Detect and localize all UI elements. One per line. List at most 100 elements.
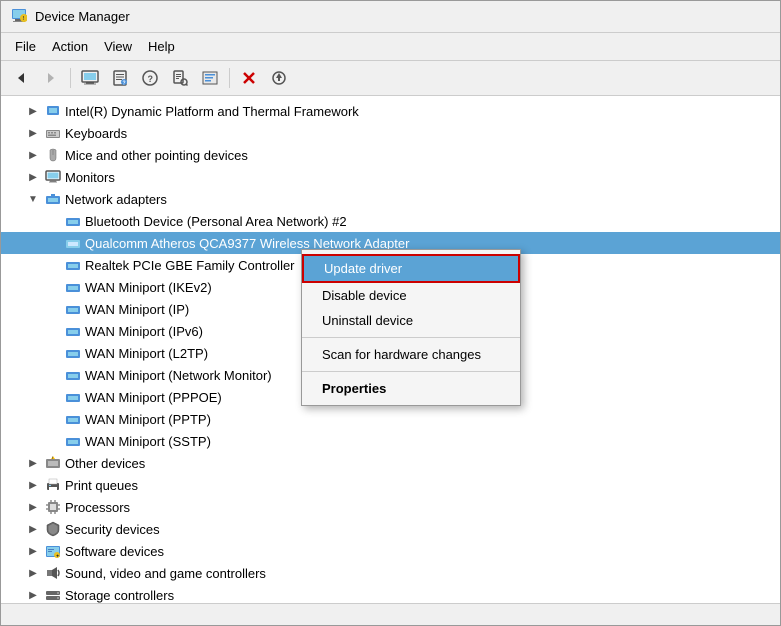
tree-item-print-queues[interactable]: ▶ Print queues bbox=[1, 474, 780, 496]
icon-sound bbox=[45, 565, 61, 581]
help-button[interactable]: ? bbox=[136, 65, 164, 91]
label-storage: Storage controllers bbox=[65, 588, 174, 603]
title-bar-text: Device Manager bbox=[35, 9, 130, 24]
menu-action[interactable]: Action bbox=[44, 36, 96, 57]
icon-wan-ipv6 bbox=[65, 323, 81, 339]
tree-item-sound[interactable]: ▶ Sound, video and game controllers bbox=[1, 562, 780, 584]
menu-file[interactable]: File bbox=[7, 36, 44, 57]
context-menu-sep-2 bbox=[302, 371, 520, 372]
context-menu: Update driver Disable device Uninstall d… bbox=[301, 249, 521, 406]
label-wan-network-monitor: WAN Miniport (Network Monitor) bbox=[85, 368, 272, 383]
expand-icon-storage: ▶ bbox=[25, 587, 41, 603]
menu-bar: File Action View Help bbox=[1, 33, 780, 61]
expand-icon-other: ▶ bbox=[25, 455, 41, 471]
tree-item-bluetooth[interactable]: ▶ Bluetooth Device (Personal Area Networ… bbox=[1, 210, 780, 232]
icon-other-devices: ! bbox=[45, 455, 61, 471]
context-menu-uninstall-device[interactable]: Uninstall device bbox=[302, 308, 520, 333]
toolbar: ? ? bbox=[1, 61, 780, 96]
icon-processors bbox=[45, 499, 61, 515]
tree-item-wan-pptp[interactable]: ▶ WAN Miniport (PPTP) bbox=[1, 408, 780, 430]
context-menu-properties[interactable]: Properties bbox=[302, 376, 520, 401]
expand-icon-intel: ▶ bbox=[25, 103, 41, 119]
icon-realtek bbox=[65, 257, 81, 273]
tree-item-monitors[interactable]: ▶ Monitors bbox=[1, 166, 780, 188]
properties-button[interactable]: ? bbox=[106, 65, 134, 91]
label-security-devices: Security devices bbox=[65, 522, 160, 537]
icon-mice bbox=[45, 147, 61, 163]
expand-icon-processors: ▶ bbox=[25, 499, 41, 515]
remove-button[interactable] bbox=[235, 65, 263, 91]
label-intel-dynamic: Intel(R) Dynamic Platform and Thermal Fr… bbox=[65, 104, 359, 119]
label-wan-ipv6: WAN Miniport (IPv6) bbox=[85, 324, 203, 339]
svg-text:✦: ✦ bbox=[56, 554, 60, 560]
main-content: ▶ Intel(R) Dynamic Platform and Thermal … bbox=[1, 96, 780, 603]
icon-intel-dynamic bbox=[45, 103, 61, 119]
label-wan-ip: WAN Miniport (IP) bbox=[85, 302, 189, 317]
icon-wan-ikev2 bbox=[65, 279, 81, 295]
icon-qualcomm bbox=[65, 235, 81, 251]
tree-item-intel-dynamic[interactable]: ▶ Intel(R) Dynamic Platform and Thermal … bbox=[1, 100, 780, 122]
tree-item-storage[interactable]: ▶ Storage controllers bbox=[1, 584, 780, 603]
context-menu-update-driver[interactable]: Update driver bbox=[302, 254, 520, 283]
tree-item-mice[interactable]: ▶ Mice and other pointing devices bbox=[1, 144, 780, 166]
scan-button[interactable] bbox=[166, 65, 194, 91]
expand-icon-sound: ▶ bbox=[25, 565, 41, 581]
icon-keyboards bbox=[45, 125, 61, 141]
toolbar-sep-2 bbox=[229, 68, 230, 88]
icon-storage bbox=[45, 587, 61, 603]
label-sound: Sound, video and game controllers bbox=[65, 566, 266, 581]
expand-icon-network: ▼ bbox=[25, 191, 41, 207]
tree-item-network-adapters[interactable]: ▼ Network adapters bbox=[1, 188, 780, 210]
toolbar-sep-1 bbox=[70, 68, 71, 88]
label-wan-ikev2: WAN Miniport (IKEv2) bbox=[85, 280, 212, 295]
expand-icon-software: ▶ bbox=[25, 543, 41, 559]
label-other-devices: Other devices bbox=[65, 456, 145, 471]
label-wan-pppoe: WAN Miniport (PPPOE) bbox=[85, 390, 222, 405]
resources-button[interactable] bbox=[196, 65, 224, 91]
icon-wan-network-monitor bbox=[65, 367, 81, 383]
label-network-adapters: Network adapters bbox=[65, 192, 167, 207]
tree-item-processors[interactable]: ▶ Processors bbox=[1, 496, 780, 518]
icon-security-devices bbox=[45, 521, 61, 537]
label-realtek: Realtek PCIe GBE Family Controller bbox=[85, 258, 295, 273]
title-bar-icon: ! bbox=[11, 7, 27, 26]
svg-text:!: ! bbox=[52, 455, 53, 460]
context-menu-disable-device[interactable]: Disable device bbox=[302, 283, 520, 308]
menu-view[interactable]: View bbox=[96, 36, 140, 57]
menu-help[interactable]: Help bbox=[140, 36, 183, 57]
context-menu-scan-hardware[interactable]: Scan for hardware changes bbox=[302, 342, 520, 367]
expand-icon-security: ▶ bbox=[25, 521, 41, 537]
update-button[interactable] bbox=[265, 65, 293, 91]
title-bar: ! Device Manager bbox=[1, 1, 780, 33]
icon-bluetooth bbox=[65, 213, 81, 229]
back-button[interactable] bbox=[7, 65, 35, 91]
device-manager-window: ! Device Manager File Action View Help bbox=[0, 0, 781, 626]
tree-item-other-devices[interactable]: ▶ ! Other devices bbox=[1, 452, 780, 474]
icon-software-devices: ✦ bbox=[45, 543, 61, 559]
icon-wan-sstp bbox=[65, 433, 81, 449]
label-bluetooth: Bluetooth Device (Personal Area Network)… bbox=[85, 214, 347, 229]
label-processors: Processors bbox=[65, 500, 130, 515]
tree-item-software-devices[interactable]: ▶ ✦ Software devices bbox=[1, 540, 780, 562]
icon-wan-l2tp bbox=[65, 345, 81, 361]
expand-icon-print: ▶ bbox=[25, 477, 41, 493]
label-wan-pptp: WAN Miniport (PPTP) bbox=[85, 412, 211, 427]
context-menu-sep-1 bbox=[302, 337, 520, 338]
icon-wan-pppoe bbox=[65, 389, 81, 405]
label-mice: Mice and other pointing devices bbox=[65, 148, 248, 163]
forward-button[interactable] bbox=[37, 65, 65, 91]
tree-item-security-devices[interactable]: ▶ Security devices bbox=[1, 518, 780, 540]
tree-item-keyboards[interactable]: ▶ Keyboards bbox=[1, 122, 780, 144]
tree-item-wan-sstp[interactable]: ▶ WAN Miniport (SSTP) bbox=[1, 430, 780, 452]
icon-wan-pptp bbox=[65, 411, 81, 427]
computer-button[interactable] bbox=[76, 65, 104, 91]
icon-print-queues bbox=[45, 477, 61, 493]
label-wan-l2tp: WAN Miniport (L2TP) bbox=[85, 346, 208, 361]
svg-text:?: ? bbox=[123, 81, 126, 87]
label-software-devices: Software devices bbox=[65, 544, 164, 559]
label-keyboards: Keyboards bbox=[65, 126, 127, 141]
label-monitors: Monitors bbox=[65, 170, 115, 185]
icon-wan-ip bbox=[65, 301, 81, 317]
status-bar bbox=[1, 603, 780, 625]
icon-network-adapters bbox=[45, 191, 61, 207]
